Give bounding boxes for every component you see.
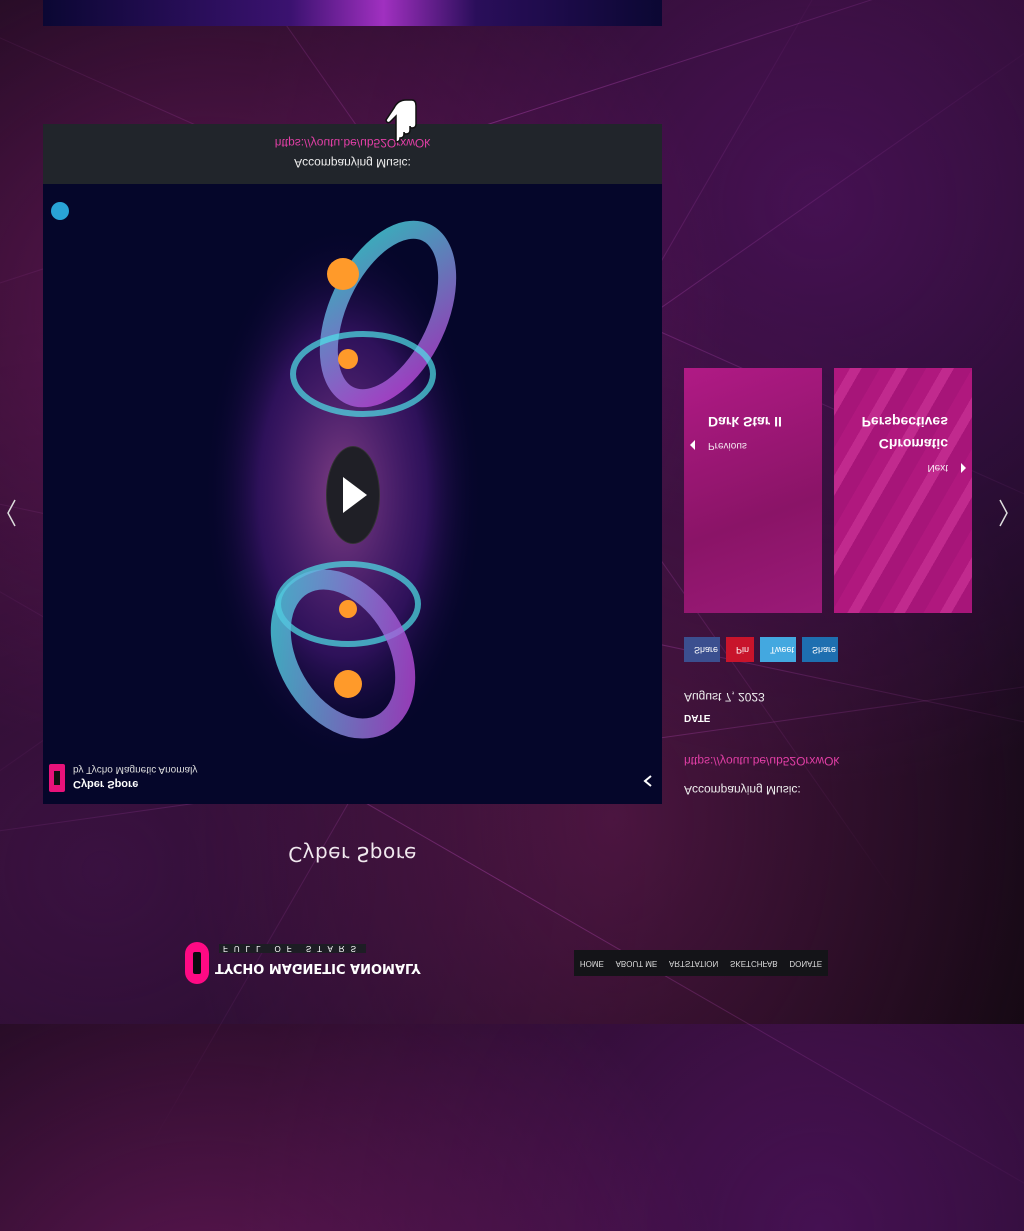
previous-label: Previous	[708, 440, 747, 451]
music-link[interactable]: https://youtu.be/ub52OrxwOk	[684, 754, 839, 768]
nav-artstation[interactable]: ARTSTATION	[669, 959, 718, 968]
logo-tagline: FULL OF STARS	[219, 944, 366, 953]
caption-music-label: Accompanying Music:	[294, 156, 411, 170]
chevron-left-icon[interactable]	[5, 498, 17, 528]
page-title: Cyber Spore	[288, 842, 417, 866]
logo-mark-icon	[185, 942, 209, 984]
pinterest-pin-button[interactable]: Pin	[726, 637, 754, 662]
previous-post-title: Dark Star II	[708, 414, 782, 430]
caption-music-link[interactable]: https://youtu.be/ub52OrxwOk	[43, 136, 662, 150]
nav-home[interactable]: HOME	[580, 959, 604, 968]
chevron-left-icon	[690, 440, 695, 450]
share-buttons: Share Pin Tweet Share	[684, 637, 838, 662]
nav-sketchfab[interactable]: SKETCHFAB	[730, 959, 778, 968]
chevron-right-icon	[961, 463, 966, 473]
nav-donate[interactable]: DONATE	[789, 959, 822, 968]
linkedin-share-button[interactable]: Share	[802, 637, 838, 662]
play-button[interactable]	[326, 446, 380, 544]
video-byline[interactable]: by Tycho Magnetic Anomaly	[73, 764, 197, 775]
post-date: August 7, 2023	[684, 690, 765, 704]
chevron-right-icon[interactable]	[998, 498, 1010, 528]
next-label: Next	[927, 462, 948, 473]
next-post-card[interactable]: Perspectives Chromatic Next	[834, 368, 972, 613]
site-logo[interactable]: TYCHO MAGNETIC ANOMALY FULL OF STARS	[185, 940, 421, 986]
twitter-tweet-button[interactable]: Tweet	[760, 637, 796, 662]
channel-logo-icon[interactable]	[49, 764, 65, 792]
footer-nav: HOME ABOUT ME ARTSTATION SKETCHFAB DONAT…	[574, 950, 828, 976]
facebook-share-button[interactable]: Share	[684, 637, 720, 662]
next-post-title-line1: Chromatic	[878, 436, 948, 452]
next-post-title-line2: Perspectives	[861, 414, 948, 430]
logo-name: TYCHO MAGNETIC ANOMALY	[215, 960, 421, 975]
video-player[interactable]: Cyber Spore by Tycho Magnetic Anomaly	[43, 184, 662, 804]
channel-badge-icon[interactable]	[51, 202, 69, 220]
hand-pointer-icon	[385, 99, 417, 143]
video-title[interactable]: Cyber Spore	[73, 778, 138, 790]
music-label: Accompanying Music:	[684, 783, 801, 797]
previous-media-strip	[43, 0, 662, 26]
caption-bar: https://youtu.be/ub52OrxwOk Accompanying…	[43, 124, 662, 184]
share-icon[interactable]	[642, 774, 654, 788]
previous-post-card[interactable]: Dark Star II Previous	[684, 368, 822, 613]
play-icon	[343, 477, 367, 513]
post-date-label: DATE	[684, 712, 711, 723]
nav-about-me[interactable]: ABOUT ME	[616, 959, 658, 968]
